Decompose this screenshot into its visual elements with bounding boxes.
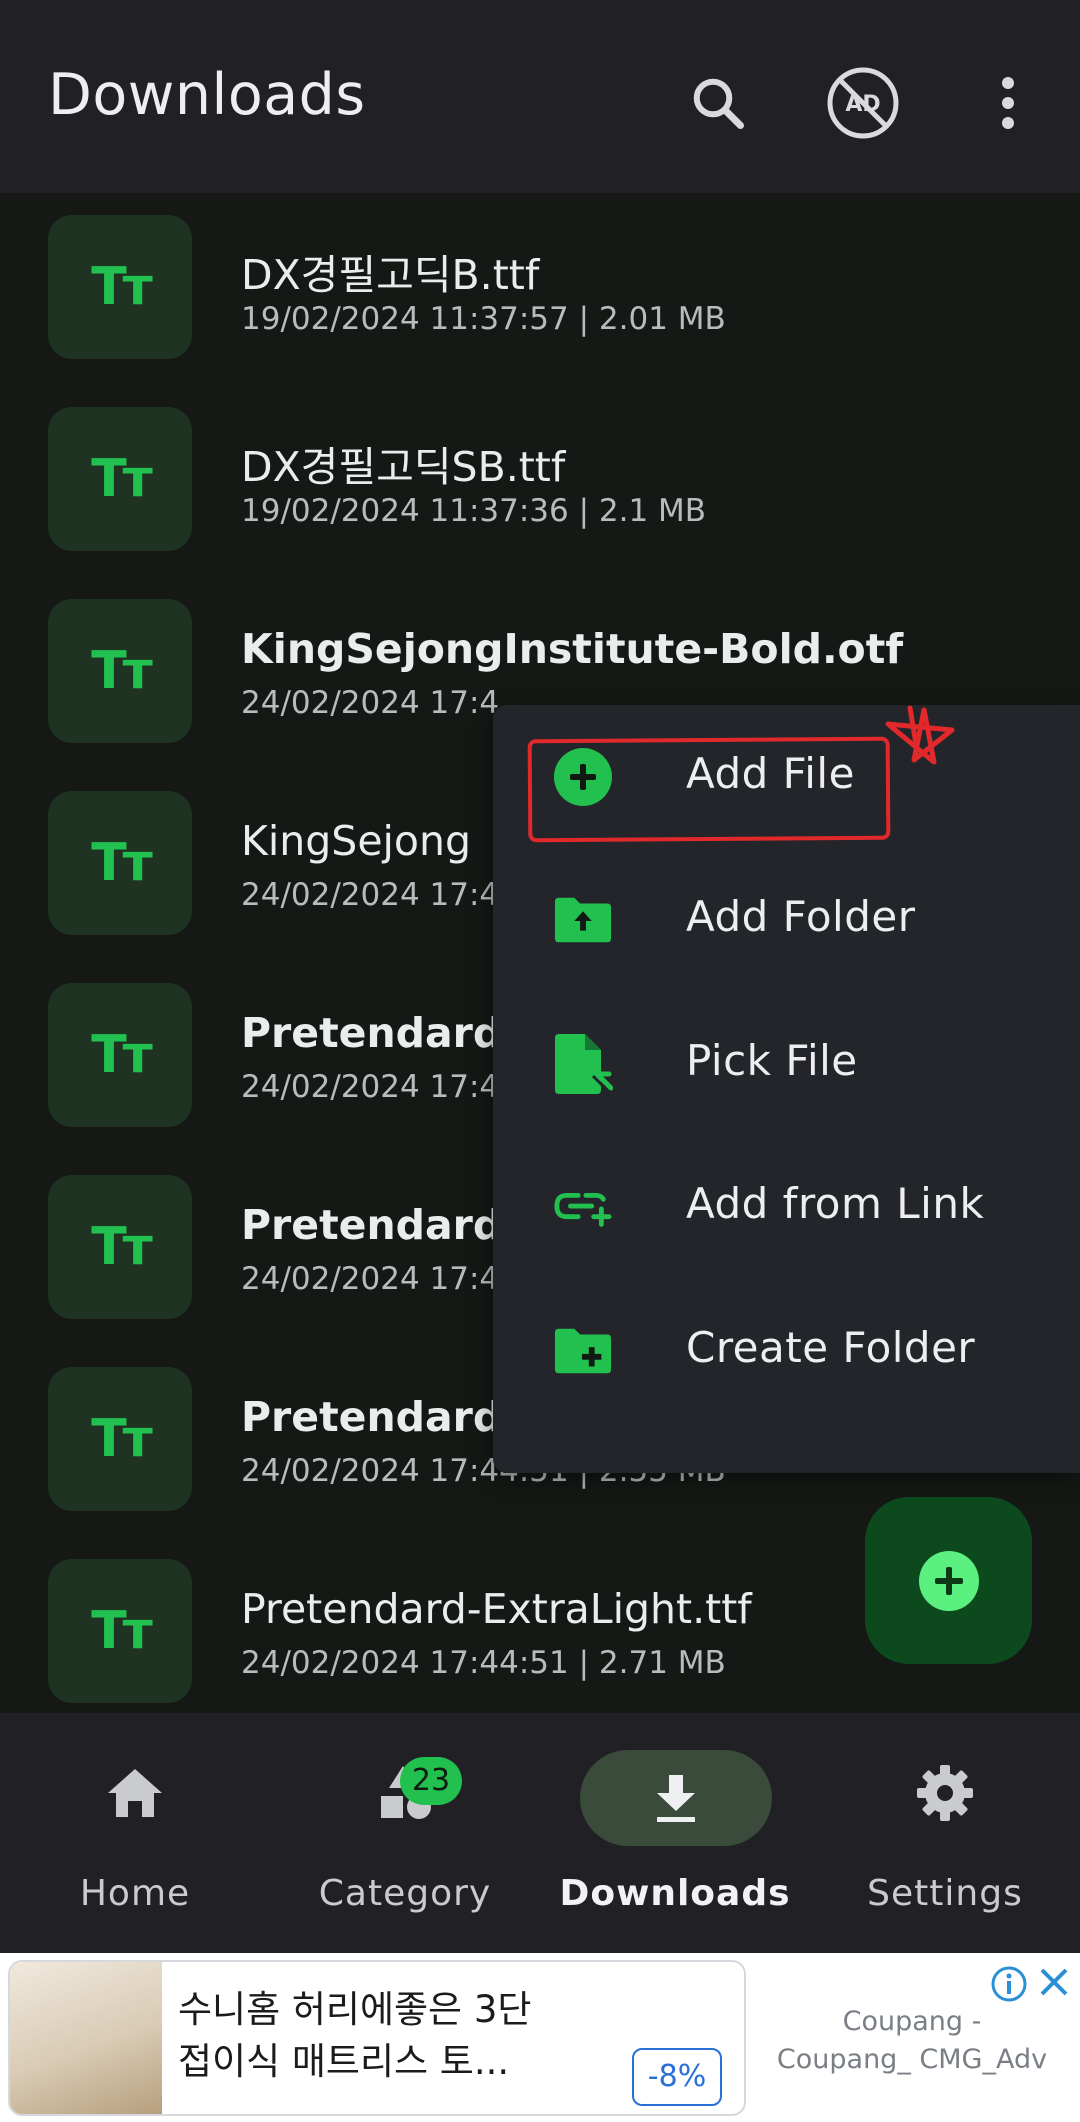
info-icon[interactable]	[990, 1965, 1028, 2003]
font-file-icon: Tт	[48, 1367, 192, 1511]
file-name: DX경필고딕B.ttf	[241, 251, 540, 299]
file-meta: 24/02/2024 17:4	[241, 877, 500, 913]
menu-item-create-folder[interactable]: Create Folder	[493, 1279, 1080, 1419]
nav-label: Home	[79, 1873, 191, 1914]
menu-item-label: Create Folder	[686, 1323, 976, 1372]
ad-discount-badge: -8%	[632, 2048, 722, 2106]
search-button[interactable]	[670, 55, 766, 151]
menu-item-label: Add Folder	[686, 892, 916, 941]
link-add-icon	[553, 1177, 613, 1237]
file-name: KingSejong	[241, 817, 472, 865]
page-title: Downloads	[48, 62, 366, 128]
file-name: Pretendard-	[241, 1393, 520, 1441]
file-row[interactable]: Tт DX경필고딕SB.ttf 19/02/2024 11:37:36 | 2.…	[0, 385, 1080, 577]
file-meta: 24/02/2024 17:4	[241, 1069, 500, 1105]
add-fab-button[interactable]	[865, 1497, 1032, 1664]
font-file-icon: Tт	[48, 983, 192, 1127]
folder-add-icon	[553, 1321, 613, 1381]
more-options-button[interactable]	[960, 55, 1056, 151]
menu-item-pick-file[interactable]: Pick File	[493, 992, 1080, 1132]
file-name: KingSejongInstitute-Bold.otf	[241, 625, 904, 673]
file-meta: 19/02/2024 11:37:36 | 2.1 MB	[241, 493, 707, 529]
star-annotation-icon	[885, 705, 955, 765]
ad-advertiser: Coupang - Coupang_ CMG_Adv	[776, 2006, 1048, 2075]
file-meta: 24/02/2024 17:4	[241, 685, 500, 721]
ad-line-2: 접이식 매트리스 토...	[178, 2040, 510, 2083]
file-meta: 24/02/2024 17:4	[241, 1261, 500, 1297]
search-icon	[693, 78, 744, 129]
file-meta: 19/02/2024 11:37:57 | 2.01 MB	[241, 301, 726, 337]
file-name: Pretendard-	[241, 1009, 520, 1057]
ad-text: 수니홈 허리에좋은 3단 접이식 매트리스 토...	[178, 1984, 531, 2088]
font-file-icon: Tт	[48, 791, 192, 935]
nav-downloads[interactable]: Downloads	[540, 1713, 810, 1953]
font-file-icon: Tт	[48, 599, 192, 743]
file-name: Pretendard-ExtraLight.ttf	[241, 1585, 752, 1633]
svg-text:AD: AD	[845, 92, 880, 117]
ad-line-1: 수니홈 허리에좋은 3단	[178, 1988, 532, 2031]
file-name: Pretendard-	[241, 1201, 520, 1249]
close-icon[interactable]	[1035, 1963, 1073, 2001]
file-pick-icon	[553, 1034, 613, 1094]
font-file-icon: Tт	[48, 407, 192, 551]
file-row[interactable]: Tт DX경필고딕B.ttf 19/02/2024 11:37:57 | 2.0…	[0, 193, 1080, 385]
font-file-icon: Tт	[48, 1559, 192, 1703]
ad-free-button[interactable]: AD	[815, 55, 911, 151]
nav-label: Category	[318, 1873, 492, 1914]
font-file-icon: Tт	[48, 1175, 192, 1319]
nav-category[interactable]: Category	[270, 1713, 540, 1953]
settings-icon	[895, 1753, 995, 1833]
highlight-annotation	[527, 736, 891, 843]
menu-item-label: Add from Link	[686, 1179, 985, 1228]
category-count-badge: 23	[400, 1757, 462, 1805]
ad-card[interactable]: 수니홈 허리에좋은 3단 접이식 매트리스 토... -8%	[8, 1960, 746, 2116]
folder-upload-icon	[553, 890, 613, 950]
bottom-navigation: Home Category Downloads Settings	[0, 1713, 1080, 1953]
ad-product-image	[10, 1962, 162, 2114]
nav-home[interactable]: Home	[0, 1713, 270, 1953]
menu-item-add-from-link[interactable]: Add from Link	[493, 1135, 1080, 1275]
file-meta: 24/02/2024 17:44:51 | 2.71 MB	[241, 1645, 726, 1681]
nav-label: Downloads	[559, 1873, 791, 1914]
home-icon	[85, 1753, 185, 1833]
menu-item-add-folder[interactable]: Add Folder	[493, 848, 1080, 988]
file-name: DX경필고딕SB.ttf	[241, 443, 566, 491]
menu-item-label: Pick File	[686, 1036, 858, 1085]
more-vert-icon	[1002, 77, 1014, 129]
ad-banner[interactable]: 수니홈 허리에좋은 3단 접이식 매트리스 토... -8% Coupang -…	[0, 1953, 1080, 2122]
add-icon	[918, 1550, 979, 1611]
nav-settings[interactable]: Settings	[810, 1713, 1080, 1953]
ad-free-icon: AD	[827, 67, 899, 139]
app-bar: Downloads AD	[0, 0, 1080, 193]
font-file-icon: Tт	[48, 215, 192, 359]
nav-label: Settings	[867, 1873, 1023, 1914]
download-icon	[580, 1750, 772, 1846]
